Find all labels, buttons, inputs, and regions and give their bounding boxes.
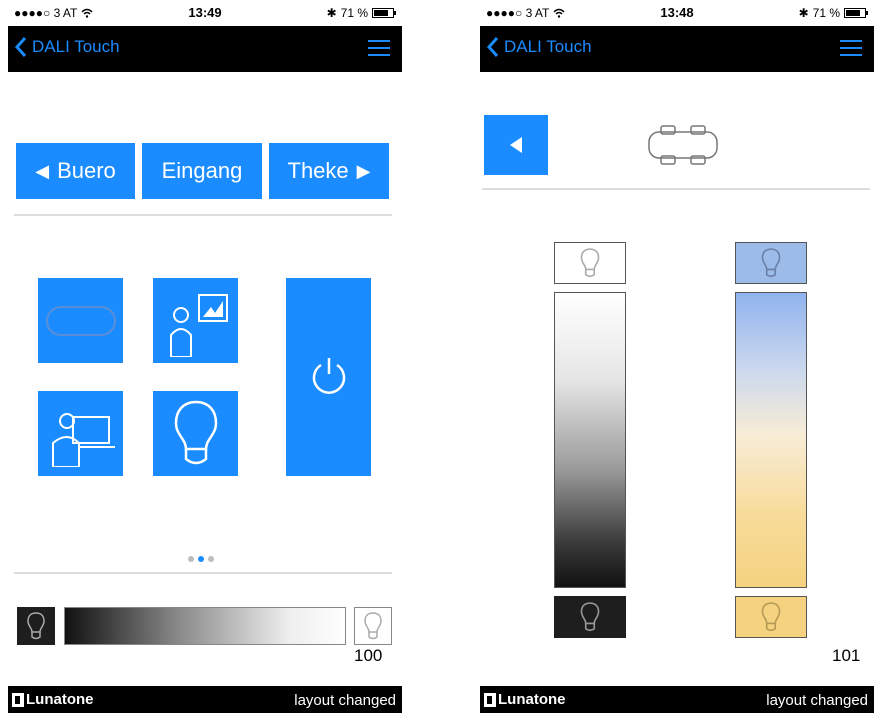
- back-label: DALI Touch: [504, 37, 592, 56]
- room-prev-label: Buero: [57, 158, 116, 183]
- triangle-left-icon: ◀: [35, 160, 50, 181]
- lunatone-logo: Lunatone: [484, 691, 566, 708]
- page-dot[interactable]: [188, 556, 194, 562]
- battery-percent: 71 %: [340, 6, 368, 20]
- back-label: DALI Touch: [32, 37, 120, 56]
- dim-slider[interactable]: [64, 607, 346, 645]
- bulb-cool-icon: [761, 248, 781, 278]
- scene-projector-button[interactable]: [38, 391, 123, 476]
- chevron-left-icon: [14, 37, 27, 57]
- brand-label: Lunatone: [498, 691, 566, 708]
- chevron-left-icon: [486, 37, 499, 57]
- warm-white-button[interactable]: [735, 596, 807, 638]
- bulb-off-icon: [27, 612, 45, 640]
- bulb-on-icon: [580, 248, 600, 278]
- presentation-icon: [169, 293, 228, 357]
- page-dot-active[interactable]: [198, 556, 204, 562]
- battery-percent: 71 %: [812, 6, 840, 20]
- phone-screen-right: ●●●●○ 3 AT 13:48 ✱ 71 % DALI Touch 101 L…: [480, 0, 874, 713]
- bluetooth-icon: ✱: [326, 6, 337, 20]
- table-icon: [648, 125, 718, 165]
- room-next-label: Theke: [287, 158, 349, 183]
- color-temperature-slider[interactable]: [735, 292, 807, 588]
- white-min-button[interactable]: [554, 596, 626, 638]
- footer-bar: Lunatone layout changed: [480, 686, 874, 713]
- footer-bar: Lunatone layout changed: [8, 686, 402, 713]
- scene-table-button[interactable]: [38, 278, 123, 363]
- scene-back-button[interactable]: [484, 115, 548, 175]
- page-dot[interactable]: [208, 556, 214, 562]
- nav-bar: DALI Touch: [8, 26, 402, 72]
- bulb-on-icon: [364, 612, 382, 640]
- battery-icon: [372, 8, 396, 18]
- table-icon: [45, 305, 116, 336]
- brand-label: Lunatone: [26, 691, 94, 708]
- scene-bulb-button[interactable]: [153, 391, 238, 476]
- projector-icon: [51, 412, 115, 467]
- bulb-icon: [174, 400, 217, 464]
- room-current-label: Eingang: [161, 158, 243, 183]
- nav-bar: DALI Touch: [480, 26, 874, 72]
- divider: [14, 572, 392, 574]
- phone-screen-left: ●●●●○ 3 AT 13:49 ✱ 71 % DALI Touch ◀ Bue…: [8, 0, 402, 713]
- back-button[interactable]: DALI Touch: [14, 36, 120, 58]
- power-icon: [312, 358, 345, 394]
- status-bar: ●●●●○ 3 AT 13:48 ✱ 71 %: [480, 0, 874, 26]
- bulb-off-icon: [580, 602, 600, 632]
- scene-presentation-button[interactable]: [153, 278, 238, 363]
- room-current-button[interactable]: Eingang: [142, 143, 262, 199]
- menu-icon[interactable]: [840, 40, 862, 58]
- dim-min-button[interactable]: [17, 607, 55, 645]
- triangle-right-icon: ▶: [356, 160, 371, 181]
- bluetooth-icon: ✱: [798, 6, 809, 20]
- battery-icon: [844, 8, 868, 18]
- logo-mark-icon: [484, 692, 496, 707]
- channel-value: 101: [832, 646, 861, 665]
- lunatone-logo: Lunatone: [12, 691, 94, 708]
- status-message: layout changed: [766, 692, 868, 709]
- status-bar: ●●●●○ 3 AT 13:49 ✱ 71 %: [8, 0, 402, 26]
- bulb-warm-icon: [761, 602, 781, 632]
- white-level-slider[interactable]: [554, 292, 626, 588]
- white-max-button[interactable]: [554, 242, 626, 284]
- dim-max-button[interactable]: [354, 607, 392, 645]
- divider: [482, 188, 870, 190]
- room-prev-button[interactable]: ◀ Buero: [16, 143, 135, 199]
- triangle-left-icon: [510, 137, 522, 153]
- status-message: layout changed: [294, 692, 396, 709]
- cool-white-button[interactable]: [735, 242, 807, 284]
- room-next-button[interactable]: Theke ▶: [269, 143, 389, 199]
- logo-mark-icon: [12, 692, 24, 707]
- menu-icon[interactable]: [368, 40, 390, 58]
- power-button[interactable]: [286, 278, 371, 476]
- back-button[interactable]: DALI Touch: [486, 36, 592, 58]
- dim-value: 100: [354, 646, 383, 665]
- divider: [14, 214, 392, 216]
- page-indicator[interactable]: [188, 556, 214, 562]
